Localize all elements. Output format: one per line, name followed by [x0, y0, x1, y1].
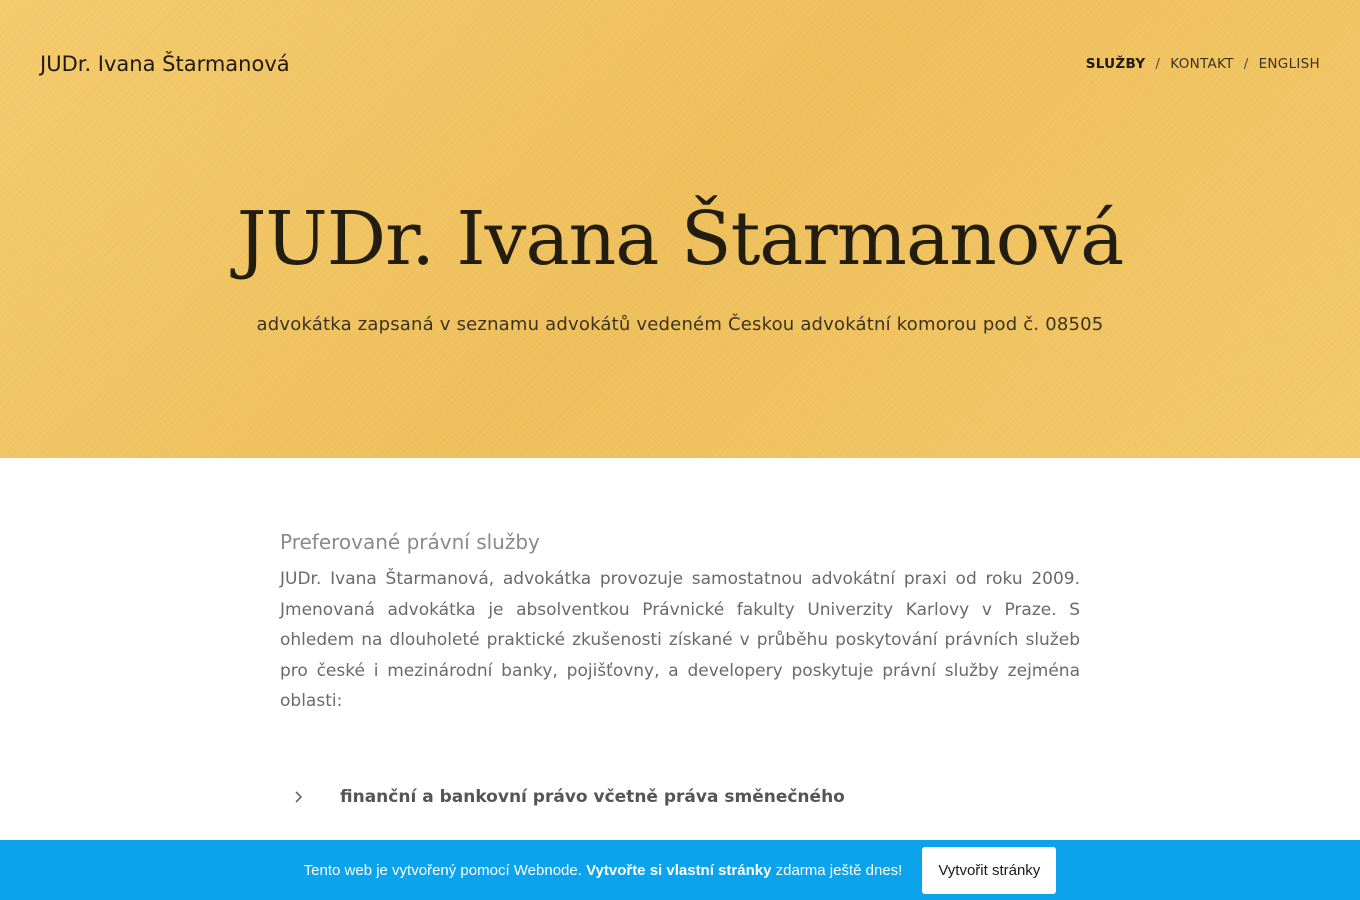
banner-text-after: zdarma ještě dnes! [775, 861, 903, 879]
webnode-banner: Tento web je vytvořený pomocí Webnode. V… [0, 840, 1360, 900]
hero-section: JUDr. Ivana Štarmanová SLUŽBY / KONTAKT … [0, 0, 1360, 458]
site-brand[interactable]: JUDr. Ivana Štarmanová [40, 52, 290, 76]
hero-subtitle: advokátka zapsaná v seznamu advokátů ved… [256, 314, 1104, 335]
list-item: finanční a bankovní právo včetně práva s… [280, 787, 1080, 807]
section-title: Preferované právní služby [280, 530, 540, 554]
create-site-button[interactable]: Vytvořit stránky [922, 846, 1057, 894]
nav-item-kontakt[interactable]: KONTAKT [1170, 56, 1233, 72]
nav-item-english[interactable]: ENGLISH [1259, 56, 1320, 72]
service-label: finanční a bankovní právo včetně práva s… [340, 786, 845, 807]
hero-title: JUDr. Ivana Štarmanová [236, 196, 1124, 282]
nav-separator: / [1155, 56, 1161, 72]
nav-item-sluzby[interactable]: SLUŽBY [1086, 56, 1146, 72]
nav-separator: / [1243, 56, 1249, 72]
banner-text-before: Tento web je vytvořený pomocí Webnode. [303, 861, 582, 879]
banner-text-bold: Vytvořte si vlastní stránky [586, 861, 772, 879]
main-nav: SLUŽBY / KONTAKT / ENGLISH [1086, 56, 1320, 72]
service-list: finanční a bankovní právo včetně práva s… [280, 787, 1080, 807]
banner-text: Tento web je vytvořený pomocí Webnode. V… [304, 862, 903, 879]
chevron-right-icon [280, 790, 340, 804]
main-content: Preferované právní služby JUDr. Ivana Št… [280, 530, 1080, 807]
section-text: JUDr. Ivana Štarmanová, advokátka provoz… [280, 569, 1080, 711]
